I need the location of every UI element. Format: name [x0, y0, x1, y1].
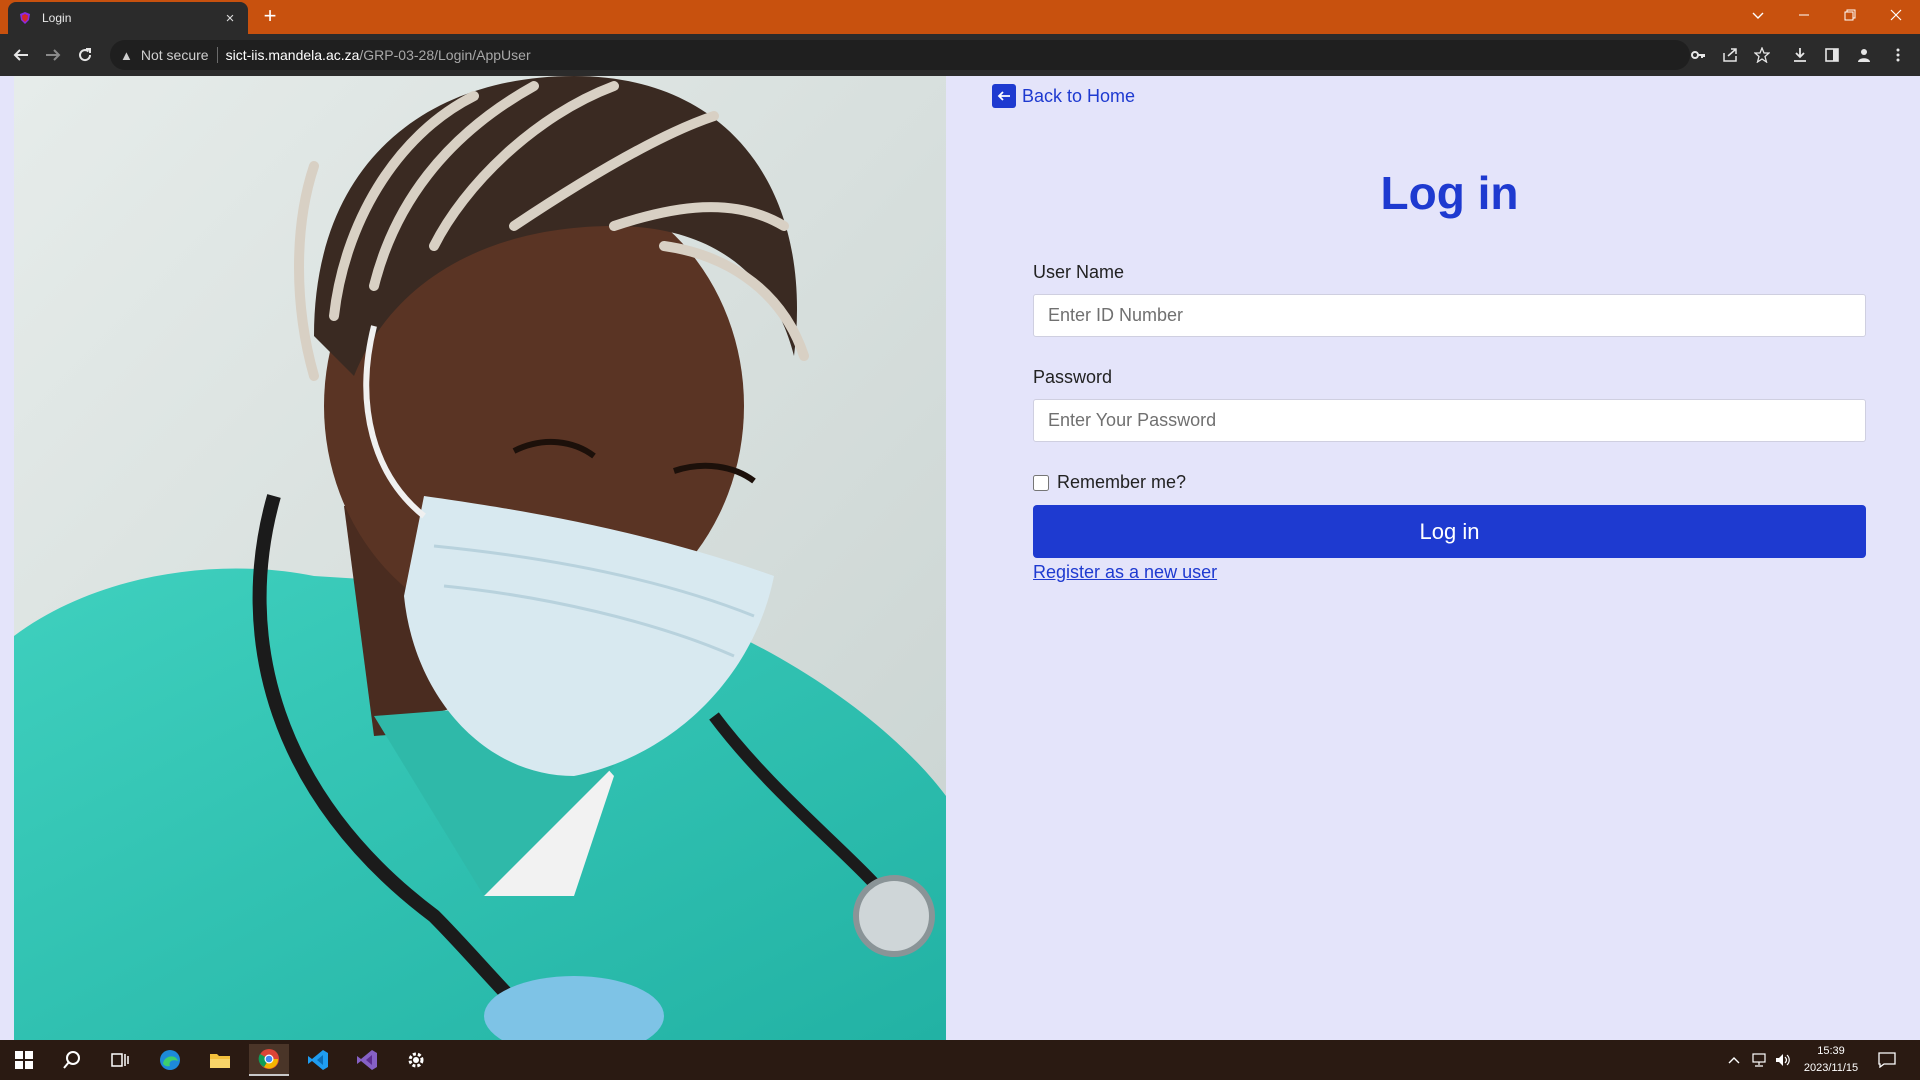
url-path: /GRP-03-28/Login/AppUser: [359, 47, 531, 63]
vscode-icon[interactable]: [298, 1044, 338, 1076]
remember-me-row: Remember me?: [1033, 472, 1186, 493]
network-icon[interactable]: [1748, 1040, 1770, 1080]
address-separator: [216, 47, 218, 63]
reload-icon[interactable]: [73, 43, 97, 67]
volume-icon[interactable]: [1772, 1040, 1794, 1080]
download-icon[interactable]: [1788, 43, 1812, 67]
warning-triangle-icon[interactable]: ▲: [120, 48, 133, 63]
username-input[interactable]: [1033, 294, 1866, 337]
address-bar[interactable]: ▲ Not secure sict-iis.mandela.ac.za/GRP-…: [110, 40, 1690, 70]
profile-avatar-icon[interactable]: [1852, 43, 1876, 67]
clock-date: 2023/11/15: [1803, 1062, 1859, 1074]
edge-icon[interactable]: [150, 1044, 190, 1076]
chrome-icon[interactable]: [249, 1044, 289, 1076]
login-panel: Back to Home Log in User Name Password R…: [946, 76, 1920, 1040]
browser-tab-login[interactable]: Login ×: [8, 2, 248, 34]
site-favicon-icon: [20, 12, 30, 24]
share-icon[interactable]: [1718, 43, 1742, 67]
taskbar-clock[interactable]: 15:39 2023/11/15: [1796, 1043, 1866, 1077]
more-menu-icon[interactable]: [1886, 43, 1910, 67]
search-icon[interactable]: [52, 1044, 92, 1076]
side-panel-icon[interactable]: [1820, 43, 1844, 67]
file-explorer-icon[interactable]: [200, 1044, 240, 1076]
restore-window-icon[interactable]: [1828, 0, 1872, 30]
register-link[interactable]: Register as a new user: [1033, 562, 1217, 583]
remember-me-checkbox[interactable]: [1033, 474, 1049, 491]
url-host: sict-iis.mandela.ac.za: [225, 47, 360, 63]
windows-start-icon[interactable]: [4, 1044, 44, 1076]
bookmark-star-icon[interactable]: [1750, 43, 1774, 67]
login-button[interactable]: Log in: [1033, 505, 1866, 558]
browser-toolbar: ▲ Not secure sict-iis.mandela.ac.za/GRP-…: [0, 34, 1920, 76]
back-arrow-icon[interactable]: [992, 84, 1016, 108]
forward-arrow-icon[interactable]: [41, 43, 65, 67]
windows-taskbar: 15:39 2023/11/15: [0, 1040, 1920, 1080]
page-title: Log in: [1380, 167, 1519, 219]
task-view-icon[interactable]: [100, 1044, 140, 1076]
back-to-home-link[interactable]: Back to Home: [992, 84, 1135, 108]
security-label[interactable]: Not secure: [141, 47, 209, 63]
tray-chevron-up-icon[interactable]: [1724, 1040, 1744, 1080]
new-tab-button[interactable]: +: [258, 5, 282, 29]
visual-studio-icon[interactable]: [347, 1044, 387, 1076]
nurse-photo: [14, 76, 946, 1040]
settings-icon[interactable]: [396, 1044, 436, 1076]
tab-search-chevron-icon[interactable]: [1736, 0, 1780, 30]
remember-me-label[interactable]: Remember me?: [1057, 472, 1186, 493]
notification-center-icon[interactable]: [1872, 1040, 1902, 1080]
clock-time: 15:39: [1817, 1045, 1845, 1057]
close-window-icon[interactable]: [1874, 0, 1918, 30]
tab-title: Login: [42, 11, 72, 25]
browser-tab-strip: Login × +: [0, 0, 1920, 34]
password-input[interactable]: [1033, 399, 1866, 442]
key-icon[interactable]: [1686, 43, 1710, 67]
nurse-illustration: [14, 76, 946, 1040]
minimize-window-icon[interactable]: [1782, 0, 1826, 30]
back-to-home-label[interactable]: Back to Home: [1022, 86, 1135, 107]
tab-close-icon[interactable]: ×: [222, 10, 238, 27]
username-label: User Name: [1033, 262, 1125, 282]
back-arrow-icon[interactable]: [9, 43, 33, 67]
password-label: Password: [1033, 367, 1113, 387]
